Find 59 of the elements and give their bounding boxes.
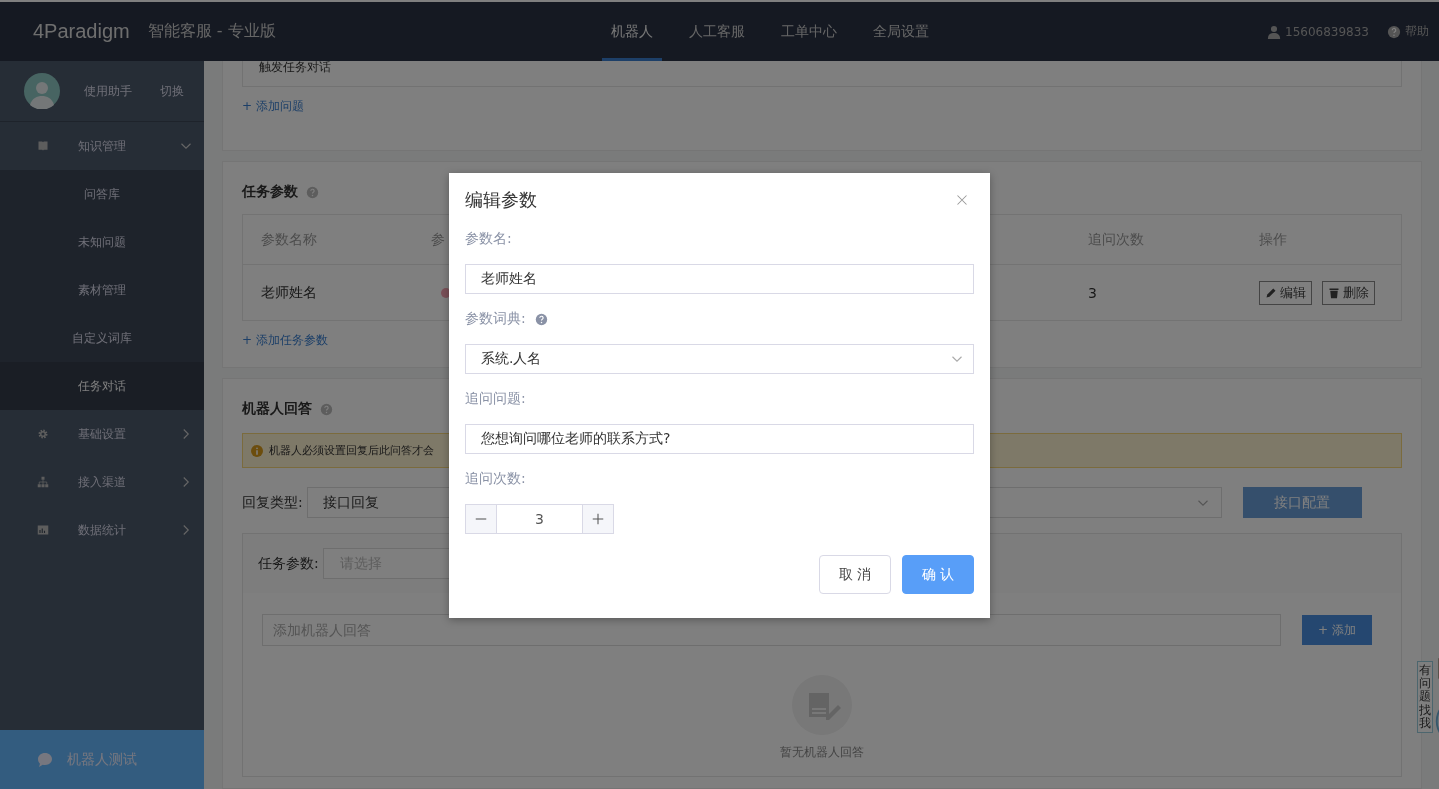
confirm-button[interactable]: 确 认 xyxy=(902,555,974,594)
nav-tab[interactable]: 人工客服 xyxy=(679,2,754,61)
field-label: 参数词典: xyxy=(465,310,526,328)
menu-item[interactable]: 知识管理 xyxy=(0,122,204,170)
help-icon xyxy=(306,185,319,199)
submenu-item[interactable]: 素材管理 xyxy=(0,266,204,314)
assistant-link[interactable]: 使用助手 xyxy=(84,82,132,100)
menu-item[interactable]: 数据统计 xyxy=(0,506,204,554)
help-label[interactable]: 有问题找我 xyxy=(1417,661,1433,733)
user-phone[interactable]: 15606839833 xyxy=(1285,24,1369,39)
bar-chart-icon xyxy=(37,524,49,536)
dialog-title: 编辑参数 xyxy=(465,188,537,212)
switch-link[interactable]: 切换 xyxy=(160,82,184,100)
delete-button[interactable]: 删除 xyxy=(1322,280,1375,305)
increment-button[interactable] xyxy=(583,505,613,533)
trash-icon xyxy=(1328,286,1340,299)
submenu-item[interactable]: 未知问题 xyxy=(0,218,204,266)
help-link[interactable]: 帮助 xyxy=(1405,23,1429,40)
help-icon xyxy=(320,402,333,416)
table-cell: 3 xyxy=(1088,284,1097,301)
add-question-link[interactable]: + 添加问题 xyxy=(242,98,1402,115)
add-button[interactable]: + 添加 xyxy=(1302,615,1372,645)
submenu-item[interactable]: 自定义词库 xyxy=(0,314,204,362)
hierarchy-icon xyxy=(37,476,49,488)
warning-text: 机器人必须设置回复后此问答才会 xyxy=(269,443,434,458)
text-field[interactable]: 您想询问哪位老师的联系方式? xyxy=(465,424,974,454)
info-icon xyxy=(251,444,263,457)
chat-bubble-icon xyxy=(37,751,53,768)
field-label: 追问次数: xyxy=(465,470,526,488)
question-field[interactable]: 触发任务对话 xyxy=(242,61,1402,87)
field-label: 追问问题: xyxy=(465,390,526,408)
gear-icon xyxy=(37,428,49,440)
text-field[interactable]: 老师姓名 xyxy=(465,264,974,294)
edit-button[interactable]: 编辑 xyxy=(1259,280,1312,305)
field-label: 回复类型: xyxy=(242,493,303,512)
logo: 4Paradigm xyxy=(33,20,130,43)
cancel-button[interactable]: 取 消 xyxy=(819,555,891,594)
book-icon xyxy=(37,140,49,152)
product-title: 智能客服 - 专业版 xyxy=(147,21,276,42)
avatar-icon xyxy=(24,73,60,109)
nav-tab[interactable]: 工单中心 xyxy=(771,2,846,61)
user-icon xyxy=(1267,24,1281,39)
pencil-icon xyxy=(1265,286,1277,299)
field-label: 任务参数: xyxy=(258,554,319,573)
close-icon xyxy=(956,194,968,206)
help-icon xyxy=(1387,24,1401,39)
menu-item[interactable]: 接入渠道 xyxy=(0,458,204,506)
field-label: 参数名: xyxy=(465,230,512,248)
dictionary-select[interactable]: 系统.人名 xyxy=(465,344,974,374)
number-stepper[interactable]: 3 xyxy=(465,504,614,534)
empty-document-icon xyxy=(792,675,852,735)
section-title: 机器人回答 xyxy=(242,400,312,418)
submenu-item[interactable]: 问答库 xyxy=(0,170,204,218)
section-title: 任务参数 xyxy=(242,183,298,201)
submenu-item[interactable]: 任务对话 xyxy=(0,362,204,410)
nav-tab[interactable]: 全局设置 xyxy=(863,2,938,61)
decrement-button[interactable] xyxy=(466,505,496,533)
table-cell: 老师姓名 xyxy=(261,283,317,300)
plus-icon xyxy=(592,513,604,525)
